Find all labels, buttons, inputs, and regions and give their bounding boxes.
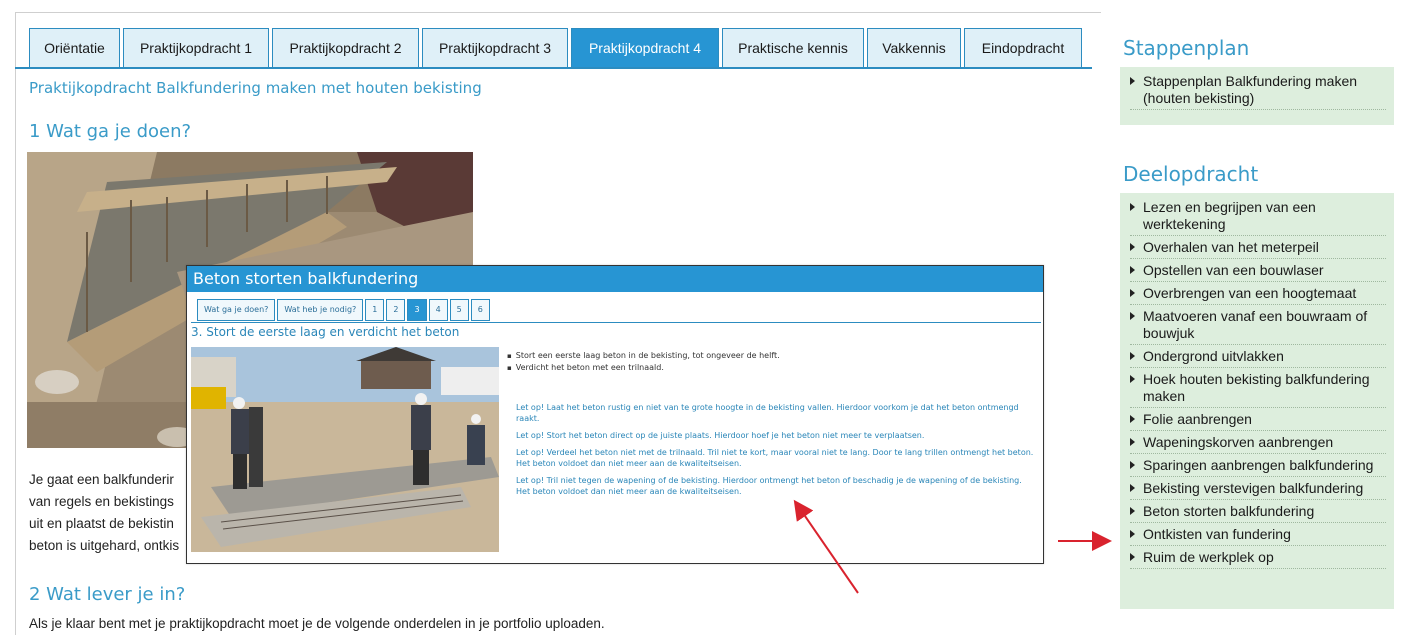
step-popup: Beton storten balkfundering Wat ga je do…	[186, 265, 1044, 564]
triangle-right-icon	[1130, 289, 1135, 297]
intro-line-1: Je gaat een balkfunderir	[29, 472, 174, 487]
deelopdracht-item-2[interactable]: Overhalen van het meterpeil	[1130, 239, 1386, 259]
deelopdracht-item-label: Overhalen van het meterpeil	[1143, 239, 1319, 255]
triangle-right-icon	[1130, 77, 1135, 85]
tab-praktijkopdracht-2[interactable]: Praktijkopdracht 2	[272, 28, 419, 68]
tab-eindopdracht[interactable]: Eindopdracht	[964, 28, 1082, 68]
concrete-pouring-photo	[191, 347, 499, 552]
triangle-right-icon	[1130, 243, 1135, 251]
popup-tab-step-4[interactable]: 4	[428, 299, 448, 321]
main-tabs: Oriëntatie Praktijkopdracht 1 Praktijkop…	[29, 28, 1085, 68]
popup-tabs-divider	[191, 322, 1041, 323]
triangle-right-icon	[1130, 352, 1135, 360]
deelopdracht-item-4[interactable]: Overbrengen van een hoogtemaat	[1130, 285, 1386, 305]
popup-tab-step-6[interactable]: 6	[470, 299, 490, 321]
deelopdracht-item-1[interactable]: Lezen en begrijpen van een werktekening	[1130, 199, 1386, 236]
deelopdracht-item-label: Wapeningskorven aanbrengen	[1143, 434, 1334, 450]
stappenplan-link-label: Stappenplan Balkfundering maken (houten …	[1143, 73, 1358, 106]
deelopdracht-item-label: Overbrengen van een hoogtemaat	[1143, 285, 1357, 301]
deelopdracht-item-7[interactable]: Hoek houten bekisting balkfundering make…	[1130, 371, 1386, 408]
popup-note-2: Let op! Stort het beton direct op de jui…	[516, 431, 925, 440]
page-subtitle: Praktijkopdracht Balkfundering maken met…	[29, 79, 482, 97]
deelopdracht-item-6[interactable]: Ondergrond uitvlakken	[1130, 348, 1386, 368]
popup-note-4: Let op! Tril niet tegen de wapening of d…	[516, 476, 1022, 496]
deelopdracht-item-label: Folie aanbrengen	[1143, 411, 1252, 427]
deelopdracht-item-14[interactable]: Ruim de werkplek op	[1130, 549, 1386, 569]
deelopdracht-item-12[interactable]: Beton storten balkfundering	[1130, 503, 1386, 523]
deelopdracht-item-label: Hoek houten bekisting balkfundering make…	[1143, 371, 1370, 404]
deelopdracht-item-label: Ruim de werkplek op	[1143, 549, 1274, 565]
deelopdracht-heading: Deelopdracht	[1123, 162, 1259, 186]
deelopdracht-item-label: Opstellen van een bouwlaser	[1143, 262, 1324, 278]
section-2-text: Als je klaar bent met je praktijkopdrach…	[29, 616, 605, 631]
deelopdracht-item-9[interactable]: Wapeningskorven aanbrengen	[1130, 434, 1386, 454]
triangle-right-icon	[1130, 461, 1135, 469]
tab-praktijkopdracht-1[interactable]: Praktijkopdracht 1	[123, 28, 269, 68]
deelopdracht-item-label: Ondergrond uitvlakken	[1143, 348, 1284, 364]
triangle-right-icon	[1130, 484, 1135, 492]
triangle-right-icon	[1130, 530, 1135, 538]
popup-note-3: Let op! Verdeel het beton niet met de tr…	[516, 448, 1034, 468]
triangle-right-icon	[1130, 375, 1135, 383]
triangle-right-icon	[1130, 415, 1135, 423]
popup-tabs: Wat ga je doen? Wat heb je nodig? 1 2 3 …	[197, 299, 492, 321]
triangle-right-icon	[1130, 312, 1135, 320]
deelopdracht-item-label: Sparingen aanbrengen balkfundering	[1143, 457, 1374, 473]
popup-bullet-1: Stort een eerste laag beton in de bekist…	[507, 350, 780, 362]
triangle-right-icon	[1130, 438, 1135, 446]
deelopdracht-item-5[interactable]: Maatvoeren vanaf een bouwraam of bouwjuk	[1130, 308, 1386, 345]
tab-orientatie[interactable]: Oriëntatie	[29, 28, 120, 68]
intro-line-3: uit en plaatst de bekistin	[29, 516, 174, 531]
popup-tab-wat-heb-je-nodig[interactable]: Wat heb je nodig?	[277, 299, 364, 321]
tabs-divider	[15, 67, 1092, 69]
deelopdracht-item-8[interactable]: Folie aanbrengen	[1130, 411, 1386, 431]
deelopdracht-item-label: Bekisting verstevigen balkfundering	[1143, 480, 1364, 496]
stappenplan-heading: Stappenplan	[1123, 36, 1250, 60]
popup-tab-step-1[interactable]: 1	[365, 299, 385, 321]
popup-tab-step-5[interactable]: 5	[449, 299, 469, 321]
tab-praktijkopdracht-4[interactable]: Praktijkopdracht 4	[571, 28, 719, 68]
tab-vakkennis[interactable]: Vakkennis	[867, 28, 961, 68]
triangle-right-icon	[1130, 507, 1135, 515]
popup-title: Beton storten balkfundering	[187, 266, 1043, 292]
triangle-right-icon	[1130, 266, 1135, 274]
deelopdracht-item-label: Beton storten balkfundering	[1143, 503, 1315, 519]
intro-line-2: van regels en bekistings	[29, 494, 174, 509]
tab-praktische-kennis[interactable]: Praktische kennis	[722, 28, 864, 68]
tab-praktijkopdracht-3[interactable]: Praktijkopdracht 3	[422, 28, 568, 68]
popup-tab-step-3[interactable]: 3	[407, 299, 427, 321]
deelopdracht-item-13[interactable]: Ontkisten van fundering	[1130, 526, 1386, 546]
deelopdracht-item-10[interactable]: Sparingen aanbrengen balkfundering	[1130, 457, 1386, 477]
popup-note-1: Let op! Laat het beton rustig en niet va…	[516, 403, 1019, 423]
stappenplan-link[interactable]: Stappenplan Balkfundering maken (houten …	[1130, 73, 1386, 110]
deelopdracht-item-label: Maatvoeren vanaf een bouwraam of bouwjuk	[1143, 308, 1368, 341]
popup-notes: Let op! Laat het beton rustig en niet va…	[516, 402, 1036, 503]
popup-tab-wat-ga-je-doen[interactable]: Wat ga je doen?	[197, 299, 276, 321]
section-heading-1: 1 Wat ga je doen?	[29, 121, 192, 142]
triangle-right-icon	[1130, 203, 1135, 211]
popup-step-title: 3. Stort de eerste laag en verdicht het …	[191, 325, 460, 339]
popup-bullet-list: Stort een eerste laag beton in de bekist…	[507, 350, 780, 374]
intro-line-4: beton is uitgehard, ontkis	[29, 538, 180, 553]
deelopdracht-item-3[interactable]: Opstellen van een bouwlaser	[1130, 262, 1386, 282]
stappenplan-box: Stappenplan Balkfundering maken (houten …	[1120, 67, 1394, 125]
intro-text: Je gaat een balkfunderir van regels en b…	[29, 469, 179, 557]
popup-tab-step-2[interactable]: 2	[386, 299, 406, 321]
popup-bullet-2: Verdicht het beton met een trilnaald.	[507, 362, 780, 374]
deelopdracht-item-label: Ontkisten van fundering	[1143, 526, 1291, 542]
deelopdracht-item-label: Lezen en begrijpen van een werktekening	[1143, 199, 1316, 232]
triangle-right-icon	[1130, 553, 1135, 561]
deelopdracht-box: Lezen en begrijpen van een werktekening …	[1120, 193, 1394, 609]
section-heading-2: 2 Wat lever je in?	[29, 584, 186, 605]
deelopdracht-item-11[interactable]: Bekisting verstevigen balkfundering	[1130, 480, 1386, 500]
